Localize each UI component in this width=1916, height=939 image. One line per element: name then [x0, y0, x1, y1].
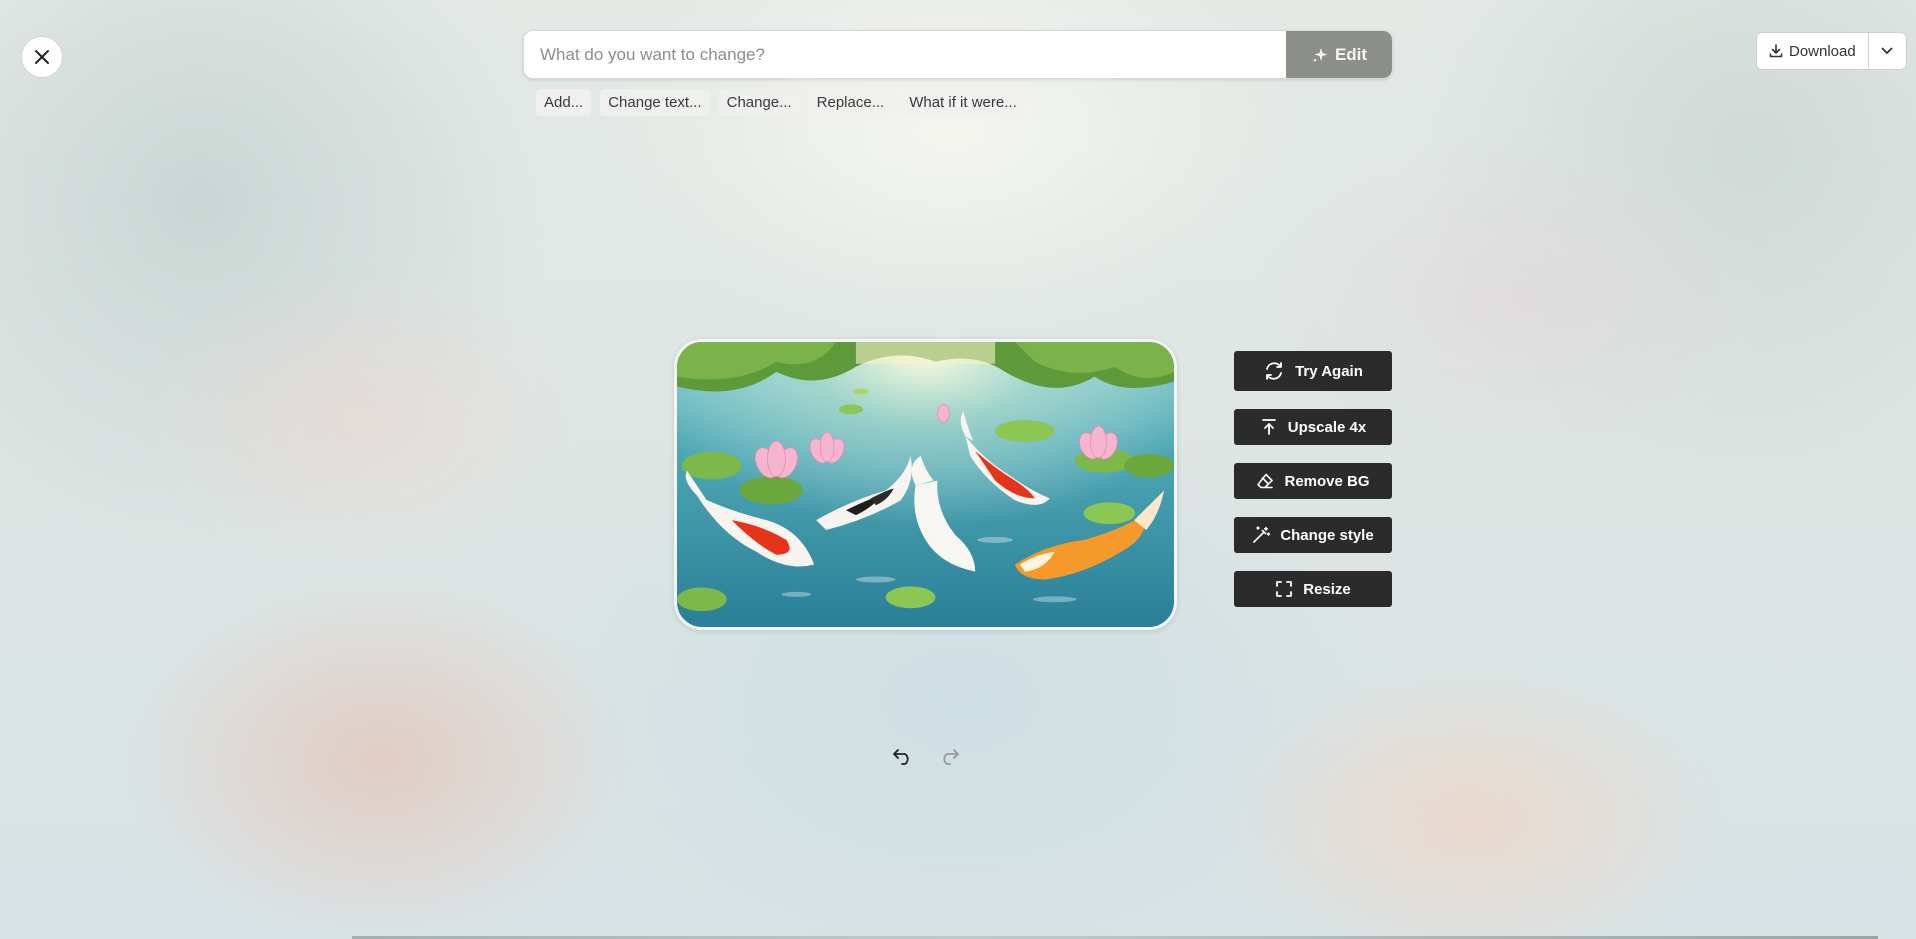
close-icon	[35, 50, 49, 64]
undo-icon	[893, 749, 909, 765]
suggestion-chips: Add... Change text... Change... Replace.…	[536, 89, 1025, 116]
koi-pond-image	[677, 342, 1174, 627]
edit-label: Edit	[1334, 44, 1368, 64]
try-again-button[interactable]: Try Again	[1234, 351, 1392, 391]
download-label: Download	[1789, 42, 1856, 60]
prompt-input[interactable]	[524, 31, 1286, 78]
download-group: Download	[1756, 32, 1907, 70]
resize-button[interactable]: Resize	[1234, 571, 1392, 607]
chip-add[interactable]: Add...	[536, 89, 592, 116]
eraser-icon	[1257, 473, 1274, 489]
edit-button[interactable]: Edit	[1286, 31, 1392, 78]
try-again-label: Try Again	[1295, 362, 1363, 380]
upscale-label: Upscale 4x	[1287, 418, 1367, 436]
download-icon	[1769, 44, 1783, 58]
magic-wand-icon	[1253, 526, 1271, 543]
remove-bg-label: Remove BG	[1284, 472, 1370, 490]
chip-change-text[interactable]: Change text...	[600, 89, 710, 116]
resize-label: Resize	[1303, 580, 1351, 598]
generated-image[interactable]	[674, 339, 1177, 630]
upscale-button[interactable]: Upscale 4x	[1234, 409, 1392, 445]
chip-change[interactable]: Change...	[718, 89, 800, 116]
change-style-label: Change style	[1280, 526, 1374, 544]
remove-bg-button[interactable]: Remove BG	[1234, 463, 1392, 499]
chevron-down-icon	[1881, 47, 1893, 54]
refresh-icon	[1266, 362, 1282, 380]
resize-icon	[1276, 581, 1293, 597]
prompt-bar: Edit	[523, 30, 1393, 79]
download-button[interactable]: Download	[1757, 33, 1869, 69]
download-menu-button[interactable]	[1869, 33, 1906, 69]
chip-replace[interactable]: Replace...	[808, 89, 893, 116]
redo-icon	[943, 749, 959, 765]
upscale-icon	[1261, 419, 1276, 435]
close-button[interactable]	[21, 36, 63, 78]
change-style-button[interactable]: Change style	[1234, 517, 1392, 553]
redo-button[interactable]	[936, 744, 962, 770]
undo-button[interactable]	[890, 744, 916, 770]
chip-what-if[interactable]: What if it were...	[901, 89, 1025, 116]
history-controls	[890, 744, 962, 770]
sparkle-icon	[1312, 47, 1328, 62]
